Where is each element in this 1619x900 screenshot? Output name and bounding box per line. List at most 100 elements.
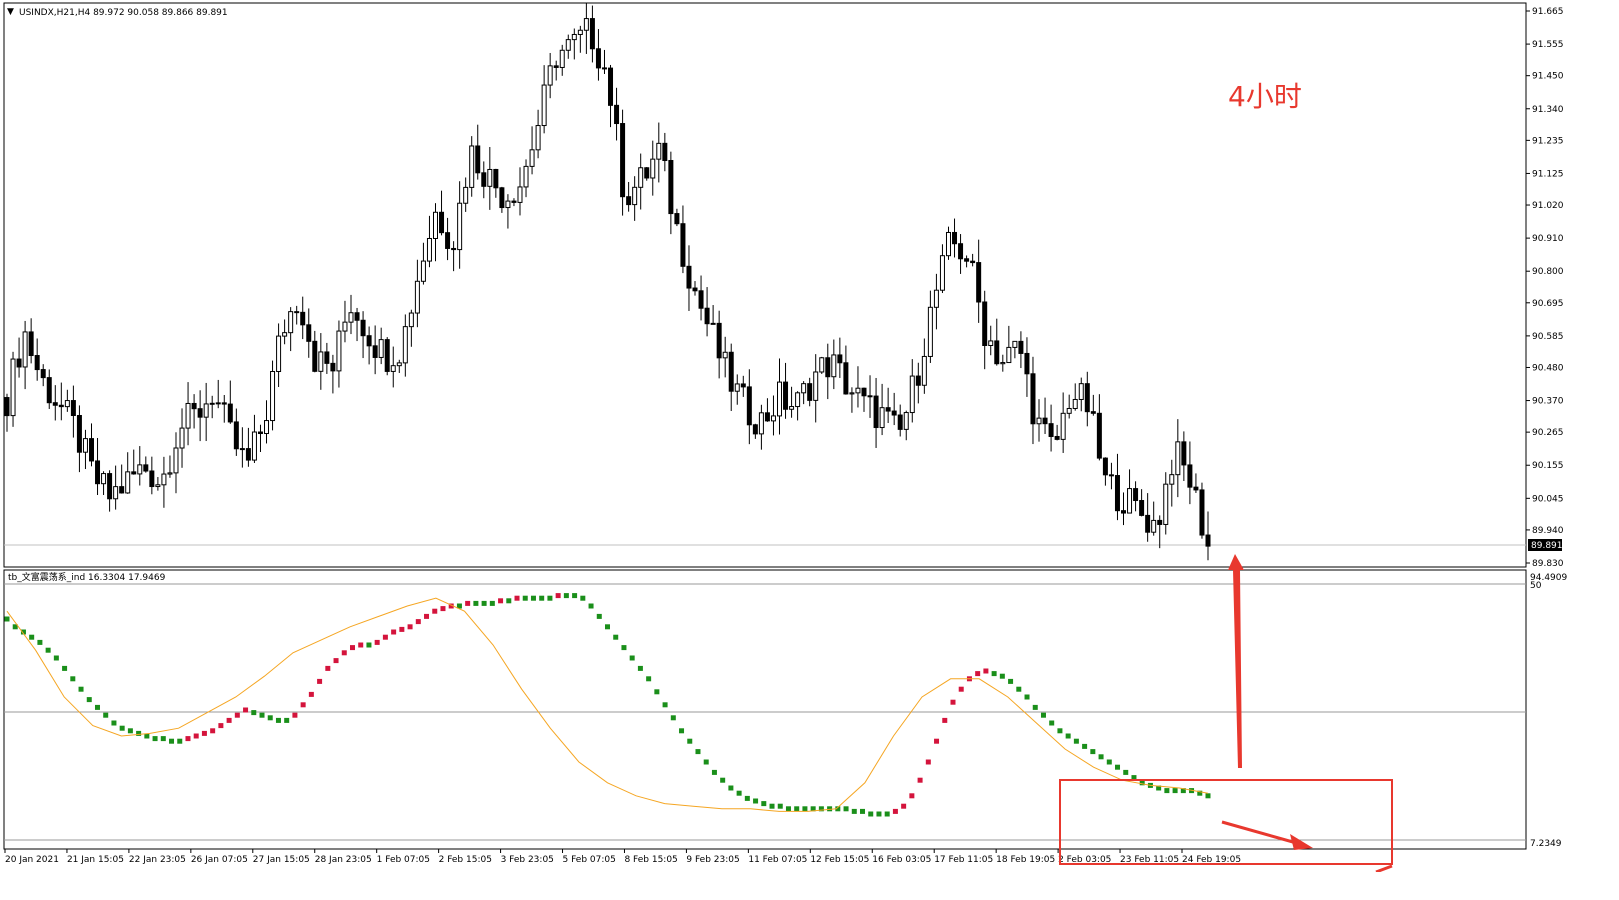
bull-candle [577,29,583,35]
bull-candle [801,383,807,394]
bear-candle [1054,435,1060,440]
bull-candle [487,168,493,187]
bear-candle [915,375,921,386]
bear-candle [76,415,82,453]
oscillator-point-down [868,811,874,817]
oscillator-point-down [251,710,257,716]
oscillator-point-up [415,619,421,625]
bull-candle [523,165,529,188]
oscillator-point-down [884,811,890,817]
bear-candle [233,421,239,450]
time-tick-label: 3 Feb 23:05 [501,855,554,865]
bull-candle [342,321,348,332]
bear-candle [861,387,867,397]
bear-candle [312,340,318,372]
oscillator-point-down [152,736,158,742]
bear-candle [384,339,390,372]
oscillator-point-down [753,798,759,804]
oscillator-point-up [341,650,347,656]
oscillator-point-down [711,769,717,775]
oscillator-point-down [506,598,512,604]
oscillator-point-down [679,728,685,734]
bear-candle [70,400,76,417]
bull-candle [402,326,408,364]
bear-candle [994,340,1000,365]
oscillator-point-down [744,795,750,801]
oscillator-point-down [563,593,569,599]
price-tick-label: 90.910 [1532,234,1564,244]
bear-candle [481,172,487,187]
oscillator-point-up [317,678,323,684]
bear-candle [143,464,149,472]
bear-candle [1187,464,1193,488]
bull-candle [215,402,221,405]
oscillator-point-down [851,808,857,814]
bull-candle [909,375,915,414]
bull-candle [270,371,276,422]
collapse-arrow-icon[interactable]: ▼ [7,7,14,17]
bear-candle [553,65,559,68]
indicator-axis-label: 50 [1530,581,1542,591]
bull-candle [101,473,107,485]
time-tick-label: 9 Feb 23:05 [686,855,739,865]
time-tick-label: 8 Feb 15:05 [624,855,677,865]
bull-candle [288,311,294,334]
oscillator-point-up [983,668,989,674]
oscillator-point-down [1065,733,1071,739]
bull-candle [734,383,740,392]
bear-candle [867,395,873,398]
bull-candle [457,202,463,251]
oscillator-point-down [654,689,660,695]
bear-candle [1205,534,1211,547]
bull-candle [420,260,426,282]
bear-candle [366,335,372,347]
oscillator-point-up [325,665,331,671]
bear-candle [970,260,976,264]
bear-candle [680,223,686,267]
price-tick-label: 90.265 [1532,428,1564,438]
oscillator-point-up [349,645,355,651]
bear-candle [149,470,155,488]
bull-candle [396,362,402,367]
bull-candle [547,65,553,86]
oscillator-point-down [522,595,528,601]
bull-candle [939,255,945,291]
bull-candle [155,484,161,488]
price-tick-label: 90.155 [1532,461,1564,471]
bull-candle [414,280,420,314]
oscillator-point-down [94,704,100,710]
time-tick-label: 16 Feb 03:05 [872,855,931,865]
bull-candle [1036,417,1042,425]
oscillator-point-up [942,717,948,723]
oscillator-point-down [1040,712,1046,718]
oscillator-point-down [670,715,676,721]
oscillator-point-down [843,806,849,812]
oscillator-point-down [127,728,133,734]
bear-candle [752,424,758,435]
bear-candle [873,395,879,429]
bear-candle [1024,352,1030,375]
bear-candle [837,354,843,364]
oscillator-point-up [424,613,430,619]
oscillator-point-down [366,642,372,648]
time-tick-label: 22 Jan 23:05 [129,855,186,865]
bull-candle [517,186,523,203]
bear-candle [589,18,595,50]
bear-candle [595,48,601,69]
bull-candle [505,200,511,209]
oscillator-point-down [720,777,726,783]
time-tick-label: 21 Jan 15:05 [67,855,124,865]
bull-candle [722,351,728,359]
bear-candle [300,311,306,326]
bear-candle [982,301,988,346]
oscillator-point-down [1073,738,1079,744]
oscillator-point-down [136,730,142,736]
bull-candle [22,331,28,368]
bull-candle [408,312,414,328]
bull-candle [1151,519,1157,533]
bull-candle [831,354,837,378]
price-tick-label: 90.585 [1532,332,1564,342]
oscillator-point-down [761,801,767,807]
bull-candle [879,407,885,429]
bull-candle [185,402,191,429]
